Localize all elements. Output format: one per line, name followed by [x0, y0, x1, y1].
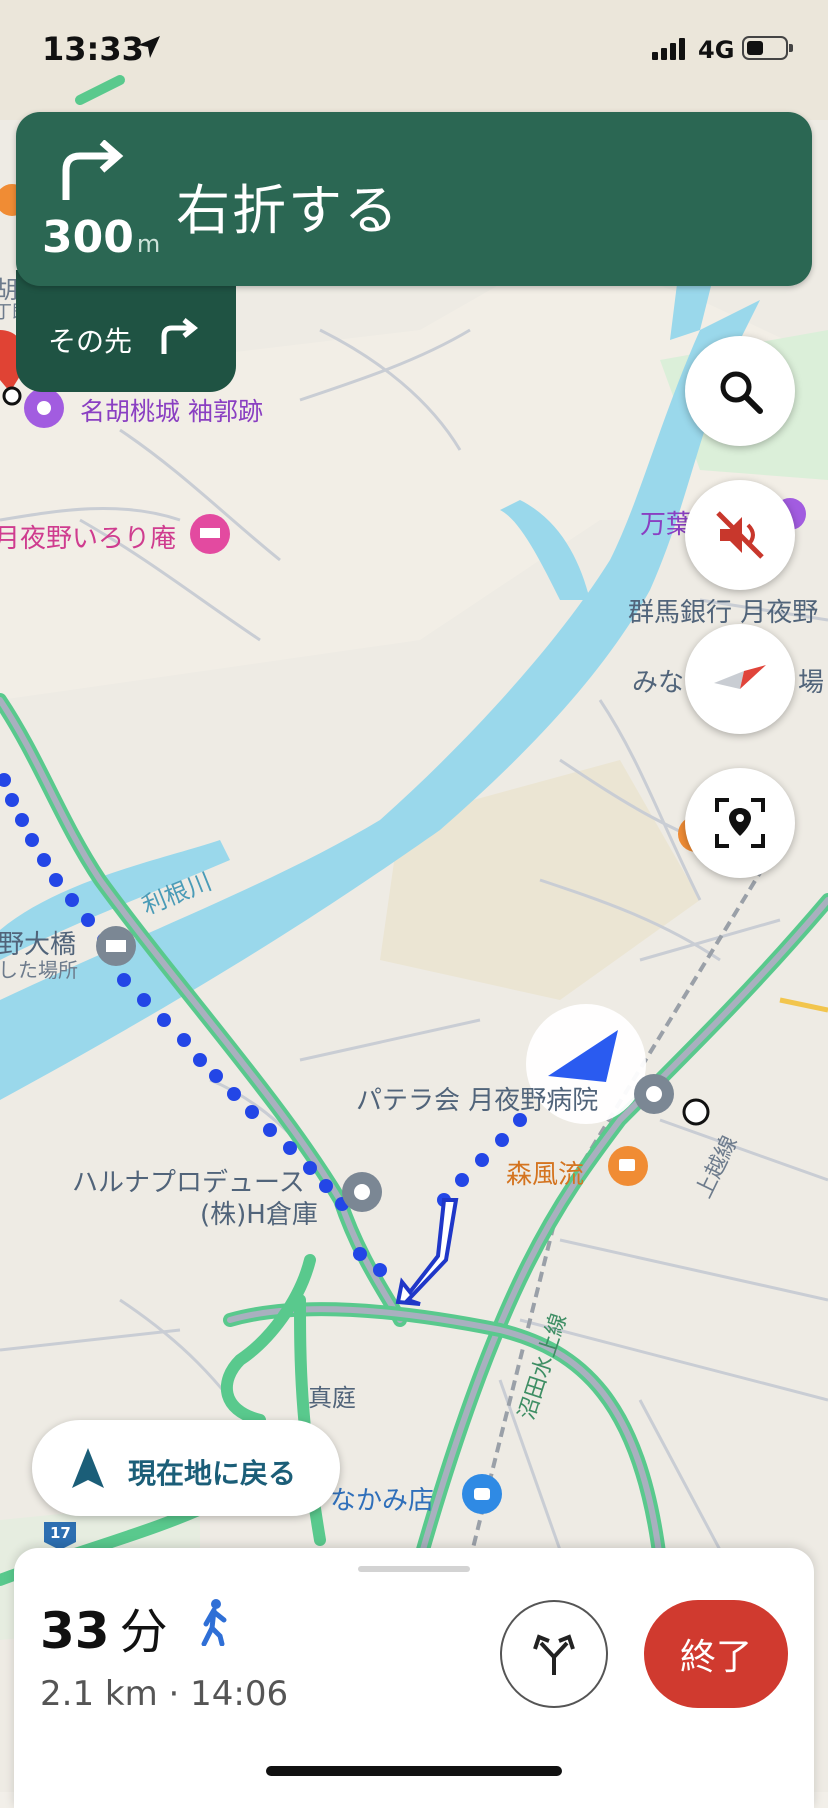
- eta-details: 2.1 km · 14:06: [40, 1674, 289, 1714]
- turn-distance-unit: m: [136, 230, 161, 258]
- network-type: 4G: [698, 36, 735, 64]
- station-marker: [682, 1098, 710, 1126]
- map-label-mina: みな: [632, 668, 685, 698]
- turn-distance-value: 300: [42, 212, 134, 263]
- map-label-warehouse2: (株)H倉庫: [200, 1200, 318, 1230]
- map-label-store[interactable]: なかみ店: [330, 1480, 434, 1517]
- report-location-icon: [715, 798, 765, 848]
- eta-duration: 33 分: [40, 1592, 168, 1662]
- search-icon: [720, 371, 763, 414]
- route-17-label: 17: [50, 1524, 71, 1542]
- navigation-arrow-icon: [72, 1448, 104, 1488]
- alternate-routes-button[interactable]: [500, 1600, 608, 1708]
- home-indicator[interactable]: [266, 1766, 562, 1776]
- map-label-maniwa: 真庭: [308, 1384, 356, 1412]
- volume-mute-icon: [716, 511, 764, 559]
- map-label-bank[interactable]: 群馬銀行 月夜野: [628, 592, 818, 629]
- turn-distance: 300 m: [42, 212, 160, 263]
- status-time: 13:33: [42, 30, 144, 68]
- sheet-handle[interactable]: [358, 1566, 470, 1572]
- next-step-card[interactable]: その先: [16, 270, 236, 392]
- eta-minutes: 33: [40, 1602, 110, 1660]
- map-label-castle[interactable]: 名胡桃城 袖郭跡: [80, 392, 263, 428]
- compass-icon: [714, 665, 766, 689]
- eta-minutes-unit: 分: [119, 1604, 168, 1660]
- turn-right-icon: [62, 140, 124, 200]
- status-bar: 13:33 4G: [0, 0, 828, 96]
- end-navigation-button[interactable]: 終了: [644, 1600, 788, 1708]
- map-label-irori[interactable]: 月夜野いろり庵: [0, 518, 176, 555]
- recenter-button[interactable]: 現在地に戻る: [32, 1420, 340, 1516]
- map-label-bridge-sub: した場所: [0, 958, 78, 982]
- map-label-ba: 場: [798, 668, 825, 698]
- walk-icon: [201, 1599, 227, 1646]
- location-arrow-icon: [138, 36, 160, 58]
- signal-icon: [652, 38, 685, 60]
- navigation-instruction-card[interactable]: 300 m 右折する: [16, 112, 812, 286]
- turn-right-small-icon: [161, 318, 199, 354]
- mute-button[interactable]: [685, 480, 795, 590]
- battery-icon: [742, 36, 793, 60]
- alternate-routes-icon: [533, 1634, 575, 1675]
- compass-button[interactable]: [685, 624, 795, 734]
- recenter-label: 現在地に戻る: [128, 1457, 297, 1490]
- map-label-hospital[interactable]: パテラ会 月夜野病院: [356, 1080, 598, 1117]
- report-location-button[interactable]: [685, 768, 795, 878]
- map-label-cafe[interactable]: 森風流: [506, 1154, 584, 1191]
- search-button[interactable]: [685, 336, 795, 446]
- then-label: その先: [48, 325, 133, 358]
- turn-instruction: 右折する: [176, 179, 400, 242]
